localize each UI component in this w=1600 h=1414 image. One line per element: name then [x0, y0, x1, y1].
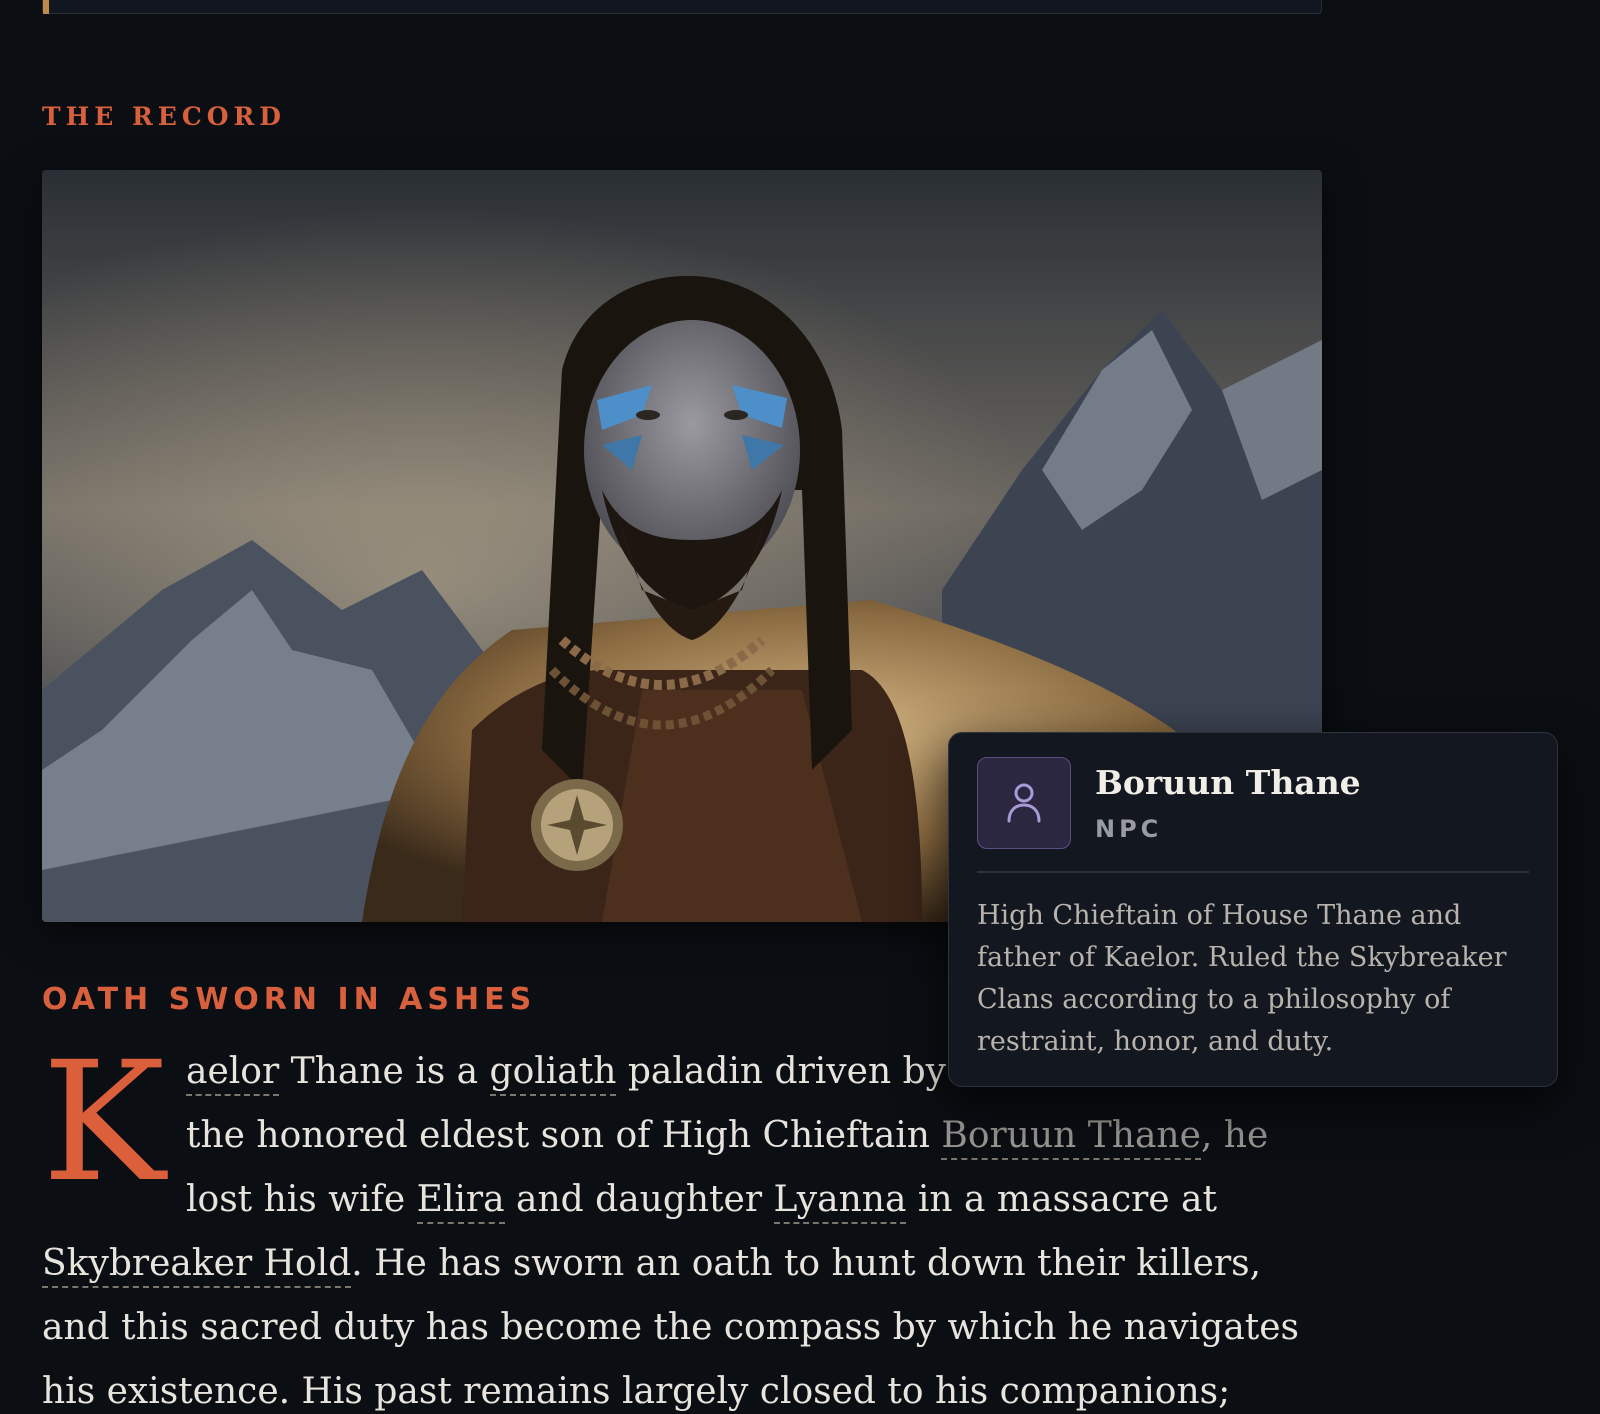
divider — [977, 871, 1529, 873]
drop-cap: K — [42, 1026, 166, 1218]
story-text: lost his wife — [186, 1179, 417, 1220]
story-line-1: aelor Thane is a goliath paladin driven … — [186, 1050, 946, 1096]
card-accent — [43, 0, 49, 14]
entity-link-kaelor[interactable]: aelor — [186, 1051, 280, 1096]
story-text: and this sacred duty has become the comp… — [42, 1307, 1300, 1348]
entity-description: High Chieftain of House Thane and father… — [977, 900, 1507, 1057]
entity-hover-card: Boruun Thane NPC High Chieftain of House… — [948, 732, 1558, 1087]
story-text: the honored eldest son of High Chieftain — [186, 1115, 942, 1156]
entity-link-lyanna[interactable]: Lyanna — [773, 1179, 907, 1224]
story-text: paladin driven by — [616, 1051, 946, 1092]
entity-type: NPC — [1095, 815, 1163, 843]
story-text: and daughter — [504, 1179, 774, 1220]
entity-link-elira[interactable]: Elira — [416, 1179, 505, 1224]
story-line-4: Skybreaker Hold. He has sworn an oath to… — [42, 1242, 1262, 1288]
story-line-6: his existence. His past remains largely … — [42, 1370, 1230, 1414]
person-icon — [977, 757, 1071, 849]
entity-link-goliath[interactable]: goliath — [489, 1051, 617, 1096]
story-text: Thane is a — [279, 1051, 490, 1092]
story-text: , he — [1200, 1115, 1269, 1156]
story-line-5: and this sacred duty has become the comp… — [42, 1306, 1299, 1350]
section-kicker: THE RECORD — [42, 102, 286, 131]
section-title: OATH SWORN IN ASHES — [42, 982, 537, 1017]
story-line-2: the honored eldest son of High Chieftain… — [186, 1114, 1269, 1160]
story-text: . He has sworn an oath to hunt down thei… — [351, 1243, 1262, 1284]
entity-name: Boruun Thane — [1095, 763, 1361, 802]
story-text: in a massacre at — [906, 1179, 1217, 1220]
previous-card — [42, 0, 1322, 14]
story-text: his existence. His past remains largely … — [42, 1371, 1231, 1412]
story-line-3: lost his wife Elira and daughter Lyanna … — [186, 1178, 1217, 1224]
entity-link-skybreaker-hold[interactable]: Skybreaker Hold — [42, 1243, 352, 1288]
entity-link-boruun-thane[interactable]: Boruun Thane — [941, 1115, 1201, 1160]
